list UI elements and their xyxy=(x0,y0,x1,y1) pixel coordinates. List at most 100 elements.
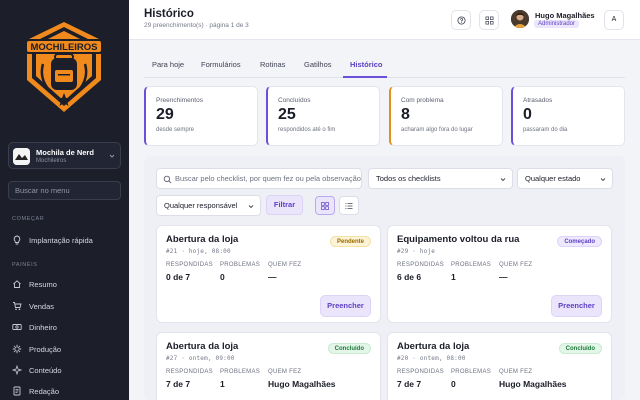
stat-label: Concluídos xyxy=(278,97,311,104)
card-title: Abertura da loja xyxy=(166,341,239,352)
stat-label: Preenchimentos xyxy=(156,97,203,104)
tab-para-hoje[interactable]: Para hoje xyxy=(152,60,184,69)
sidebar-item-label: Conteúdo xyxy=(29,365,62,375)
fill-button[interactable]: Preencher xyxy=(551,295,602,317)
responded-value: 7 de 7 xyxy=(166,379,191,389)
account-menu-button[interactable]: A xyxy=(604,10,624,30)
stat-value: 29 xyxy=(156,106,174,123)
stat-value: 0 xyxy=(523,106,532,123)
who-label: QUEM FEZ xyxy=(268,369,302,375)
stat-description: desde sempre xyxy=(156,127,195,133)
responded-value: 6 de 6 xyxy=(397,272,422,282)
sidebar-item-writing[interactable]: Redação xyxy=(12,384,59,398)
page-title: Histórico xyxy=(144,8,194,20)
sidebar-item-label: Produção xyxy=(29,344,62,354)
stat-card-completed: Concluídos 25 respondidos até o fim xyxy=(266,86,380,146)
user-role-badge: Administrador xyxy=(534,20,580,28)
apps-button[interactable] xyxy=(479,10,499,30)
stat-card-with-problem: Com problema 8 acharam algo fora do luga… xyxy=(389,86,503,146)
gear-icon xyxy=(12,344,22,354)
checklist-card[interactable]: Equipamento voltou da rua #29 · hoje Com… xyxy=(387,225,612,323)
sidebar-item-summary[interactable]: Resumo xyxy=(12,277,57,291)
checklist-select[interactable]: Todos os checklists xyxy=(368,168,513,189)
sidebar-search-input[interactable] xyxy=(8,181,121,200)
card-meta: #21 · hoje, 08:00 xyxy=(166,248,231,255)
fill-button[interactable]: Preencher xyxy=(320,295,371,317)
card-title: Equipamento voltou da rua xyxy=(397,234,520,245)
help-button[interactable] xyxy=(451,10,471,30)
store-name: Mochila de Nerd xyxy=(36,148,94,157)
chevron-down-icon xyxy=(248,205,254,209)
status-badge: Concluído xyxy=(327,343,371,354)
sidebar-item-production[interactable]: Produção xyxy=(12,342,61,356)
checklist-card[interactable]: Abertura da loja #27 · ontem, 09:00 Conc… xyxy=(156,332,381,400)
lightbulb-icon xyxy=(13,235,21,245)
stat-label: Com problema xyxy=(401,97,444,104)
stat-description: respondidos até o fim xyxy=(278,127,336,133)
responded-value: 0 de 7 xyxy=(166,272,191,282)
card-title: Abertura da loja xyxy=(166,234,239,245)
page-subtitle: 29 preenchimento(s) · página 1 de 3 xyxy=(144,22,249,29)
list-icon xyxy=(345,202,353,209)
problems-label: PROBLEMAS xyxy=(451,262,492,268)
checklist-card[interactable]: Abertura da loja #21 · hoje, 08:00 Pende… xyxy=(156,225,381,323)
chevron-down-icon xyxy=(109,154,115,158)
cart-icon xyxy=(13,302,22,311)
help-icon xyxy=(456,15,466,25)
sidebar-item-quick-setup[interactable]: Implantação rápida xyxy=(12,233,93,247)
list-view-button[interactable] xyxy=(339,196,359,215)
problems-value: 1 xyxy=(220,379,225,389)
sidebar: MOCHILEIROS Mochila de Nerd Mochileiros … xyxy=(0,0,129,400)
who-label: QUEM FEZ xyxy=(499,369,533,375)
who-value: — xyxy=(499,272,508,282)
store-subtitle: Mochileiros xyxy=(36,158,67,164)
store-avatar xyxy=(13,148,30,165)
sidebar-item-content[interactable]: Conteúdo xyxy=(12,363,62,377)
sidebar-item-label: Vendas xyxy=(29,301,55,311)
sidebar-section-start: COMEÇAR xyxy=(12,216,45,222)
active-tab-indicator xyxy=(343,76,387,78)
checklist-card[interactable]: Abertura da loja #20 · ontem, 08:00 Conc… xyxy=(387,332,612,400)
stat-card-late: Atrasados 0 passaram do dia xyxy=(511,86,625,146)
responsible-select[interactable]: Qualquer responsável xyxy=(156,195,261,216)
problems-label: PROBLEMAS xyxy=(451,369,492,375)
history-search-input[interactable] xyxy=(175,169,361,188)
who-value: — xyxy=(268,272,277,282)
checklist-select-value: Todos os checklists xyxy=(376,174,441,183)
tab-historico[interactable]: Histórico xyxy=(350,60,383,69)
logo-text: MOCHILEIROS xyxy=(30,42,97,53)
document-icon xyxy=(13,386,21,396)
grid-view-button[interactable] xyxy=(315,196,335,215)
user-name[interactable]: Hugo Magalhães xyxy=(535,11,595,20)
sidebar-section-panels: PAINÉIS xyxy=(12,262,38,268)
tab-formularios[interactable]: Formulários xyxy=(201,60,241,69)
responded-value: 7 de 7 xyxy=(397,379,422,389)
who-label: QUEM FEZ xyxy=(499,262,533,268)
state-select[interactable]: Qualquer estado xyxy=(517,168,613,189)
sidebar-item-label: Redação xyxy=(29,386,60,396)
sidebar-item-money[interactable]: Dinheiro xyxy=(12,320,57,334)
user-avatar[interactable] xyxy=(511,10,529,28)
problems-label: PROBLEMAS xyxy=(220,262,261,268)
problems-label: PROBLEMAS xyxy=(220,369,261,375)
card-meta: #27 · ontem, 09:00 xyxy=(166,355,235,362)
tabs: Para hoje Formulários Rotinas Gatilhos H… xyxy=(144,56,625,78)
stat-description: acharam algo fora do lugar xyxy=(401,127,473,133)
sidebar-item-label: Implantação rápida xyxy=(29,235,93,245)
who-value: Hugo Magalhães xyxy=(499,379,567,389)
sidebar-item-sales[interactable]: Vendas xyxy=(12,299,54,313)
responded-label: RESPONDIDAS xyxy=(166,262,213,268)
stat-value: 25 xyxy=(278,106,296,123)
mochileiros-logo[interactable]: MOCHILEIROS xyxy=(23,20,105,115)
grid-icon xyxy=(321,201,329,210)
tab-rotinas[interactable]: Rotinas xyxy=(260,60,285,69)
tab-gatilhos[interactable]: Gatilhos xyxy=(304,60,332,69)
cash-icon xyxy=(12,324,22,330)
store-switcher[interactable]: Mochila de Nerd Mochileiros xyxy=(8,142,121,169)
top-header: Histórico 29 preenchimento(s) · página 1… xyxy=(129,0,640,40)
sidebar-item-label: Resumo xyxy=(29,279,57,289)
filter-button[interactable]: Filtrar xyxy=(266,195,303,215)
responsible-select-value: Qualquer responsável xyxy=(164,201,238,210)
responded-label: RESPONDIDAS xyxy=(166,369,213,375)
stat-card-fills: Preenchimentos 29 desde sempre xyxy=(144,86,258,146)
